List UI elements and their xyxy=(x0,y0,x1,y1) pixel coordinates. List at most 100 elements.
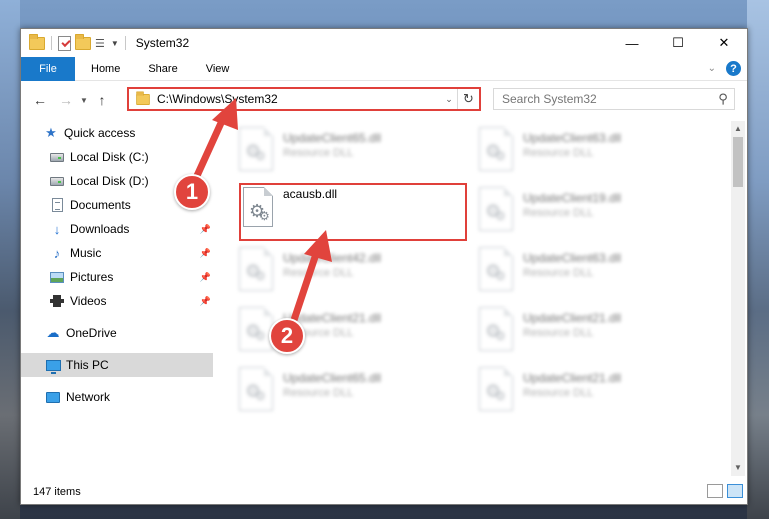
forward-button[interactable]: → xyxy=(55,89,77,111)
file-type: Resource DLL xyxy=(523,267,594,279)
properties-icon[interactable] xyxy=(58,35,71,51)
file-item[interactable]: ⚙ ⚙ UpdateClient19.dll Resource DLL xyxy=(479,185,709,239)
sidebar-item-local-disk-c[interactable]: Local Disk (C:) xyxy=(21,145,213,169)
sidebar-item-label: Pictures xyxy=(70,270,114,284)
sidebar-item-this-pc[interactable]: This PC xyxy=(21,353,213,377)
tab-share[interactable]: Share xyxy=(134,57,191,81)
folder-icon[interactable] xyxy=(29,33,45,50)
customize-toolbar-icon[interactable]: ☰ xyxy=(95,37,105,50)
sidebar-item-videos[interactable]: Videos 📌 xyxy=(21,289,213,313)
status-bar: 147 items xyxy=(21,480,747,504)
new-folder-icon[interactable] xyxy=(75,33,91,50)
file-type: Resource DLL xyxy=(523,207,594,219)
sidebar-item-music[interactable]: ♪ Music 📌 xyxy=(21,241,213,265)
file-type: Resource DLL xyxy=(283,267,354,279)
search-input[interactable] xyxy=(494,89,712,109)
expand-ribbon-icon[interactable]: ⌄ xyxy=(708,63,716,74)
dll-file-icon: ⚙ ⚙ xyxy=(479,127,513,171)
address-dropdown-icon[interactable]: ⌄ xyxy=(441,94,457,105)
search-icon[interactable]: ⚲ xyxy=(712,91,734,107)
tab-view[interactable]: View xyxy=(192,57,244,81)
network-icon xyxy=(45,389,61,405)
item-count: 147 items xyxy=(33,486,81,498)
up-button[interactable]: ↑ xyxy=(91,89,113,111)
view-toggle xyxy=(707,484,743,498)
file-item[interactable]: ⚙ ⚙ UpdateClient63.dll Resource DLL xyxy=(479,245,709,299)
maximize-button[interactable]: ☐ xyxy=(655,29,701,57)
scroll-down-icon[interactable]: ▼ xyxy=(731,460,745,476)
address-path[interactable]: C:\Windows\System32 xyxy=(157,92,441,106)
refresh-icon[interactable]: ↻ xyxy=(457,89,479,109)
title-bar: ☰ ▼ System32 — ☐ ✕ xyxy=(21,29,747,57)
file-list: ⚙ ⚙ UpdateClient65.dll Resource DLL ⚙ ⚙ Upd… xyxy=(217,121,732,476)
vertical-scrollbar[interactable]: ▲ ▼ xyxy=(731,121,745,476)
back-button[interactable]: ← xyxy=(29,89,51,111)
window-title: System32 xyxy=(135,36,190,50)
file-item[interactable]: ⚙ ⚙ UpdateClient21.dll Resource DLL xyxy=(479,365,709,419)
dll-file-icon: ⚙ ⚙ xyxy=(479,367,513,411)
sidebar-item-label: Videos xyxy=(70,294,107,308)
minimize-button[interactable]: — xyxy=(609,29,655,57)
sidebar-item-quick-access[interactable]: ★ Quick access xyxy=(21,121,213,145)
desktop-background-right xyxy=(747,0,769,519)
file-name: UpdateClient63.dll xyxy=(523,251,622,265)
file-item[interactable]: ⚙ ⚙ UpdateClient65.dll Resource DLL xyxy=(239,365,469,419)
sidebar-item-label: Downloads xyxy=(70,222,130,236)
tab-home[interactable]: Home xyxy=(75,57,134,81)
dll-file-icon: ⚙ ⚙ xyxy=(239,127,273,171)
tab-file[interactable]: File xyxy=(21,56,75,81)
file-item[interactable]: ⚙ ⚙ UpdateClient21.dll Resource DLL xyxy=(479,305,709,359)
sidebar-item-label: Local Disk (C:) xyxy=(70,150,149,164)
quick-access-toolbar: ☰ ▼ xyxy=(21,33,119,51)
details-view-icon[interactable] xyxy=(707,484,723,498)
address-bar[interactable]: C:\Windows\System32 ⌄ ↻ xyxy=(127,87,481,111)
toolbar-separator xyxy=(51,36,52,50)
sidebar-item-onedrive[interactable]: ☁ OneDrive xyxy=(21,321,213,345)
navigation-bar: ← → ▼ ↑ C:\Windows\System32 ⌄ ↻ ⚲ xyxy=(21,85,747,115)
large-icons-view-icon[interactable] xyxy=(727,484,743,498)
pin-icon[interactable]: 📌 xyxy=(200,224,211,235)
file-type: Resource DLL xyxy=(523,327,594,339)
dll-file-icon: ⚙ ⚙ xyxy=(479,247,513,291)
ribbon-right-controls: ⌄ ? xyxy=(708,61,741,76)
scroll-up-icon[interactable]: ▲ xyxy=(731,121,745,137)
scroll-thumb[interactable] xyxy=(733,137,743,187)
sidebar-item-label: OneDrive xyxy=(66,326,117,340)
dll-file-icon: ⚙ ⚙ xyxy=(479,307,513,351)
file-name: UpdateClient19.dll xyxy=(523,191,622,205)
cloud-icon: ☁ xyxy=(46,325,60,340)
file-item[interactable]: ⚙ ⚙ UpdateClient63.dll Resource DLL xyxy=(479,125,709,179)
address-folder-icon xyxy=(136,90,150,105)
file-name: UpdateClient21.dll xyxy=(523,371,622,385)
document-icon xyxy=(49,197,65,213)
sidebar-item-pictures[interactable]: Pictures 📌 xyxy=(21,265,213,289)
close-button[interactable]: ✕ xyxy=(701,29,747,57)
pin-icon[interactable]: 📌 xyxy=(200,272,211,283)
file-name: UpdateClient65.dll xyxy=(283,131,382,145)
file-name: UpdateClient42.dll xyxy=(283,251,382,265)
sidebar-item-label: Network xyxy=(66,390,111,404)
ribbon-tabs: File Home Share View ⌄ ? xyxy=(21,56,747,81)
drive-icon xyxy=(49,149,65,165)
file-type: Resource DLL xyxy=(283,147,354,159)
file-type: Resource DLL xyxy=(283,387,354,399)
search-box[interactable]: ⚲ xyxy=(493,88,735,110)
file-item[interactable]: ⚙ ⚙ UpdateClient42.dll Resource DLL xyxy=(239,245,469,299)
dll-file-icon: ⚙ ⚙ xyxy=(239,307,273,351)
desktop-background-left xyxy=(0,0,20,519)
pin-icon[interactable]: 📌 xyxy=(200,248,211,259)
toolbar-dropdown-icon[interactable]: ▼ xyxy=(111,39,119,48)
window-controls: — ☐ ✕ xyxy=(609,29,747,57)
file-item[interactable]: ⚙ ⚙ UpdateClient65.dll Resource DLL xyxy=(239,125,469,179)
music-icon: ♪ xyxy=(53,245,61,261)
sidebar-item-network[interactable]: Network xyxy=(21,385,213,409)
help-icon[interactable]: ? xyxy=(726,61,741,76)
file-name: UpdateClient21.dll xyxy=(523,311,622,325)
drive-icon xyxy=(49,173,65,189)
step-1-badge: 1 xyxy=(174,174,210,210)
sidebar-item-downloads[interactable]: ↓ Downloads 📌 xyxy=(21,217,213,241)
recent-locations-icon[interactable]: ▼ xyxy=(77,89,91,111)
pin-icon[interactable]: 📌 xyxy=(200,296,211,307)
